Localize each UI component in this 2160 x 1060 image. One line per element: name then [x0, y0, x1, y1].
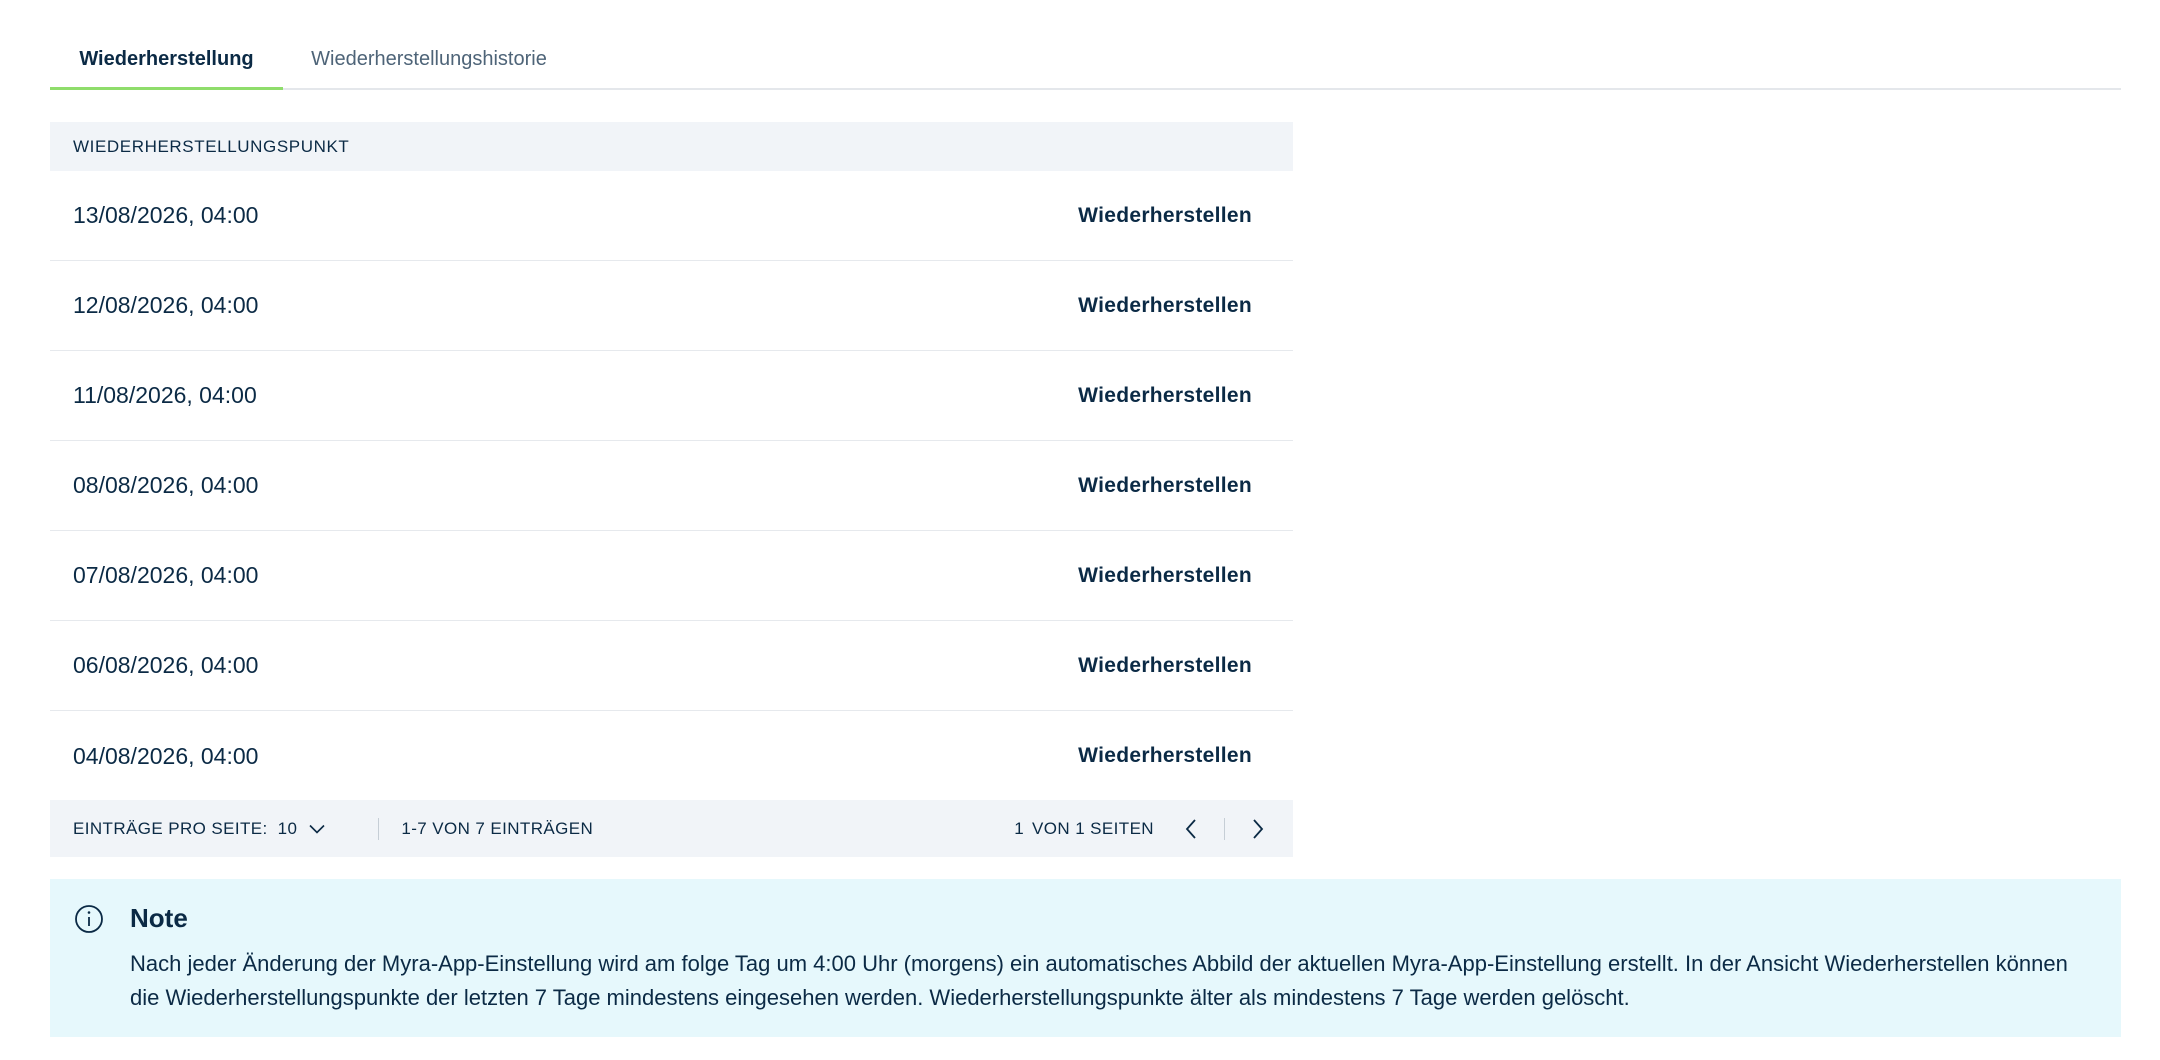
table-body: 13/08/2026, 04:00 Wiederherstellen 12/08… [50, 171, 1293, 801]
restore-point-date: 07/08/2026, 04:00 [73, 562, 259, 588]
table-header: WIEDERHERSTELLUNGSPUNKT [50, 122, 1293, 171]
restore-points-table: WIEDERHERSTELLUNGSPUNKT 13/08/2026, 04:0… [50, 122, 1293, 801]
current-page: 1 [1014, 818, 1025, 838]
tab-restore-history[interactable]: Wiederherstellungshistorie [283, 30, 575, 88]
info-icon [75, 905, 103, 933]
next-page-button[interactable] [1243, 814, 1273, 844]
chevron-down-icon [309, 824, 325, 834]
pagination-bar: EINTRÄGE PRO SEITE: 10 1-7 VON 7 EINTRÄG… [50, 800, 1293, 857]
note-title: Note [130, 903, 188, 933]
page-count: VON 1 SEITEN [1032, 818, 1154, 838]
entries-range: 1-7 VON 7 EINTRÄGEN [401, 818, 594, 838]
pagination-divider [378, 817, 380, 840]
restore-button[interactable]: Wiederherstellen [1078, 744, 1252, 768]
restore-button[interactable]: Wiederherstellen [1078, 294, 1252, 318]
tab-restore[interactable]: Wiederherstellung [50, 30, 283, 90]
column-header-restore-point: WIEDERHERSTELLUNGSPUNKT [73, 136, 350, 156]
info-note: Note Nach jeder Änderung der Myra-App-Ei… [50, 879, 2121, 1037]
table-row: 08/08/2026, 04:00 Wiederherstellen [50, 441, 1293, 531]
per-page-value: 10 [277, 818, 298, 838]
table-row: 11/08/2026, 04:00 Wiederherstellen [50, 351, 1293, 441]
restore-point-date: 06/08/2026, 04:00 [73, 652, 259, 678]
restore-point-date: 11/08/2026, 04:00 [73, 382, 257, 408]
table-row: 04/08/2026, 04:00 Wiederherstellen [50, 711, 1293, 801]
restore-button[interactable]: Wiederherstellen [1078, 564, 1252, 588]
pagination-nav-divider [1224, 817, 1225, 840]
table-row: 12/08/2026, 04:00 Wiederherstellen [50, 261, 1293, 351]
previous-page-button[interactable] [1176, 814, 1206, 844]
tab-bar: Wiederherstellung Wiederherstellungshist… [50, 30, 2121, 90]
per-page-label: EINTRÄGE PRO SEITE: [73, 818, 268, 838]
restore-button[interactable]: Wiederherstellen [1078, 204, 1252, 228]
restore-page: Wiederherstellung Wiederherstellungshist… [0, 0, 2160, 1060]
restore-point-date: 12/08/2026, 04:00 [73, 292, 259, 318]
restore-point-date: 13/08/2026, 04:00 [73, 202, 259, 228]
table-row: 07/08/2026, 04:00 Wiederherstellen [50, 531, 1293, 621]
table-row: 06/08/2026, 04:00 Wiederherstellen [50, 621, 1293, 711]
restore-button[interactable]: Wiederherstellen [1078, 384, 1252, 408]
restore-button[interactable]: Wiederherstellen [1078, 474, 1252, 498]
restore-point-date: 04/08/2026, 04:00 [73, 742, 259, 769]
chevron-right-icon [1253, 818, 1264, 839]
page-navigation: 1 VON 1 SEITEN [1014, 814, 1293, 844]
table-row: 13/08/2026, 04:00 Wiederherstellen [50, 171, 1293, 261]
per-page-select[interactable]: 10 [278, 819, 326, 839]
note-text: Nach jeder Änderung der Myra-App-Einstel… [130, 951, 2068, 1010]
restore-button[interactable]: Wiederherstellen [1078, 654, 1252, 678]
restore-point-date: 08/08/2026, 04:00 [73, 472, 259, 498]
chevron-left-icon [1185, 818, 1196, 839]
